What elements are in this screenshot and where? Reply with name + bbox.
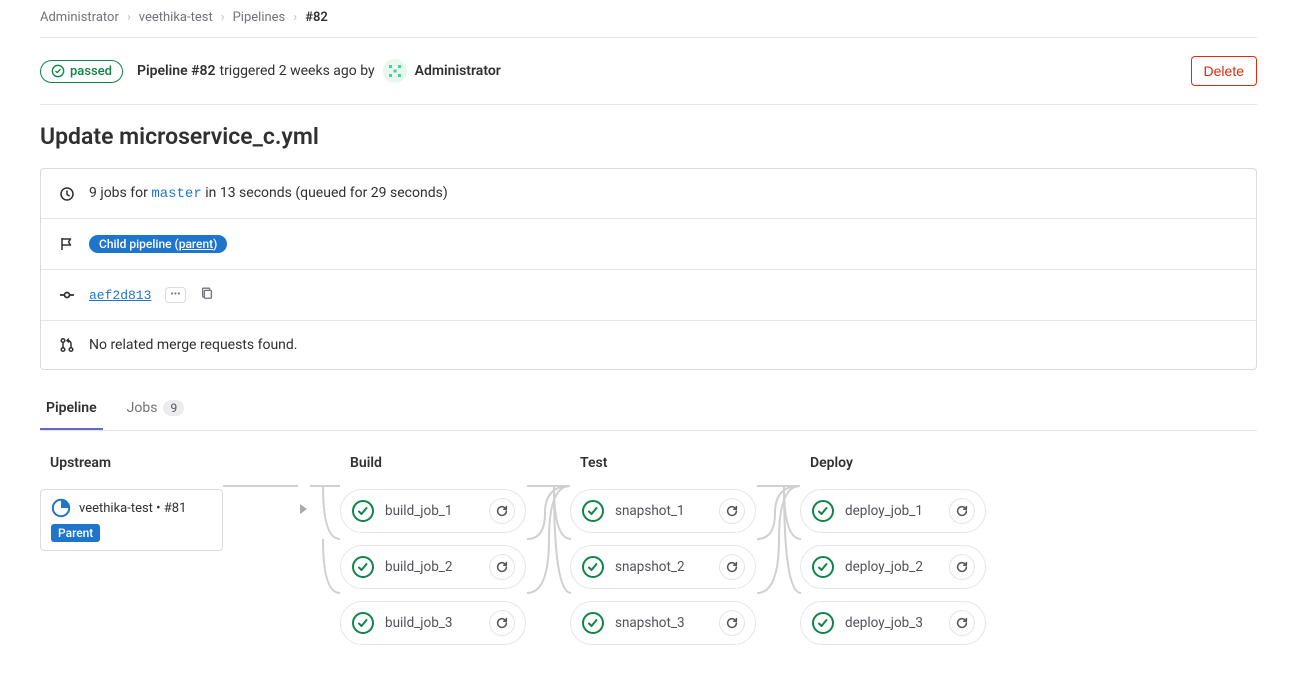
commit-row: aef2d813 •••	[41, 270, 1256, 321]
check-circle-icon	[351, 555, 375, 579]
retry-button[interactable]	[489, 554, 515, 580]
pipeline-id: Pipeline #82	[137, 63, 216, 79]
triggered-text: triggered 2 weeks ago by	[219, 63, 374, 79]
job-pill[interactable]: deploy_job_3	[800, 601, 986, 645]
job-name: deploy_job_2	[845, 559, 939, 575]
merge-requests-text: No related merge requests found.	[89, 337, 297, 353]
pipeline-graph: Upstream veethika-test • #81 Parent Buil…	[40, 431, 1257, 645]
jobs-count-badge: 9	[163, 400, 184, 416]
tab-jobs[interactable]: Jobs 9	[121, 388, 191, 430]
check-circle-icon	[811, 499, 835, 523]
child-pipeline-row: Child pipeline (parent)	[41, 219, 1256, 270]
retry-button[interactable]	[949, 610, 975, 636]
copy-sha-button[interactable]	[200, 286, 214, 304]
chevron-right-icon	[300, 504, 307, 514]
job-name: build_job_1	[385, 503, 479, 519]
flag-icon	[59, 236, 75, 252]
check-circle-icon	[811, 611, 835, 635]
breadcrumb: Administrator › veethika-test › Pipeline…	[40, 10, 1257, 38]
page-title: Update microservice_c.yml	[40, 105, 1257, 168]
stage-title-deploy: Deploy	[800, 455, 1030, 471]
breadcrumb-separator: ›	[221, 10, 225, 25]
check-circle-icon	[811, 555, 835, 579]
job-pill[interactable]: snapshot_2	[570, 545, 756, 589]
job-pill[interactable]: snapshot_3	[570, 601, 756, 645]
job-name: snapshot_2	[615, 559, 709, 575]
parent-pipeline-link[interactable]: parent	[179, 237, 213, 251]
stage-title-upstream: Upstream	[40, 455, 340, 471]
breadcrumb-item[interactable]: Administrator	[40, 10, 119, 25]
breadcrumb-item[interactable]: Pipelines	[233, 10, 286, 25]
parent-badge: Parent	[51, 524, 100, 542]
check-circle-icon	[581, 611, 605, 635]
job-pill[interactable]: build_job_3	[340, 601, 526, 645]
status-badge[interactable]: passed	[40, 60, 123, 83]
identicon-icon	[385, 61, 405, 81]
retry-button[interactable]	[719, 554, 745, 580]
retry-button[interactable]	[949, 498, 975, 524]
job-name: deploy_job_3	[845, 615, 939, 631]
pipeline-header: passed Pipeline #82 triggered 2 weeks ag…	[40, 38, 1257, 105]
job-pill[interactable]: deploy_job_1	[800, 489, 986, 533]
child-pipeline-badge: Child pipeline (parent)	[89, 235, 227, 253]
breadcrumb-current: #82	[305, 10, 328, 25]
stage-title-build: Build	[340, 455, 570, 471]
check-circle-icon	[51, 64, 65, 78]
breadcrumb-item[interactable]: veethika-test	[139, 10, 213, 25]
breadcrumb-separator: ›	[293, 10, 297, 25]
job-name: build_job_2	[385, 559, 479, 575]
retry-button[interactable]	[719, 610, 745, 636]
job-name: build_job_3	[385, 615, 479, 631]
commit-icon	[59, 287, 75, 303]
author-name[interactable]: Administrator	[415, 63, 501, 79]
job-pill[interactable]: build_job_1	[340, 489, 526, 533]
expand-commit-button[interactable]: •••	[165, 287, 185, 303]
check-circle-icon	[351, 499, 375, 523]
branch-link[interactable]: master	[151, 186, 201, 202]
breadcrumb-separator: ›	[127, 10, 131, 25]
pipeline-details-card: 9 jobs for master in 13 seconds (queued …	[40, 168, 1257, 370]
merge-request-icon	[59, 337, 75, 353]
upstream-title: veethika-test • #81	[79, 501, 186, 516]
tab-pipeline[interactable]: Pipeline	[40, 388, 103, 430]
avatar[interactable]	[383, 59, 407, 83]
job-name: snapshot_3	[615, 615, 709, 631]
job-pill[interactable]: deploy_job_2	[800, 545, 986, 589]
check-circle-icon	[581, 499, 605, 523]
job-name: snapshot_1	[615, 503, 709, 519]
check-circle-icon	[581, 555, 605, 579]
pipeline-tabs: Pipeline Jobs 9	[40, 388, 1257, 431]
merge-requests-row: No related merge requests found.	[41, 321, 1256, 369]
deploy-column: Deploy deploy_job_1 deploy_job_2 deploy_…	[800, 455, 1030, 645]
commit-sha-link[interactable]: aef2d813	[89, 288, 151, 303]
retry-button[interactable]	[949, 554, 975, 580]
test-column: Test snapshot_1 snapshot_2 snapshot_3	[570, 455, 800, 645]
job-pill[interactable]: build_job_2	[340, 545, 526, 589]
check-circle-icon	[351, 611, 375, 635]
running-icon	[51, 498, 71, 518]
retry-button[interactable]	[489, 498, 515, 524]
build-column: Build build_job_1 build_job_2 build_job_…	[340, 455, 570, 645]
retry-button[interactable]	[719, 498, 745, 524]
upstream-pipeline-card[interactable]: veethika-test • #81 Parent	[40, 489, 223, 551]
job-name: deploy_job_1	[845, 503, 939, 519]
upstream-column: Upstream veethika-test • #81 Parent	[40, 455, 340, 645]
stage-title-test: Test	[570, 455, 800, 471]
clock-icon	[59, 186, 75, 202]
pipeline-info: Pipeline #82 triggered 2 weeks ago by Ad…	[137, 59, 501, 83]
job-pill[interactable]: snapshot_1	[570, 489, 756, 533]
delete-button[interactable]: Delete	[1191, 56, 1257, 86]
retry-button[interactable]	[489, 610, 515, 636]
jobs-row: 9 jobs for master in 13 seconds (queued …	[41, 169, 1256, 219]
